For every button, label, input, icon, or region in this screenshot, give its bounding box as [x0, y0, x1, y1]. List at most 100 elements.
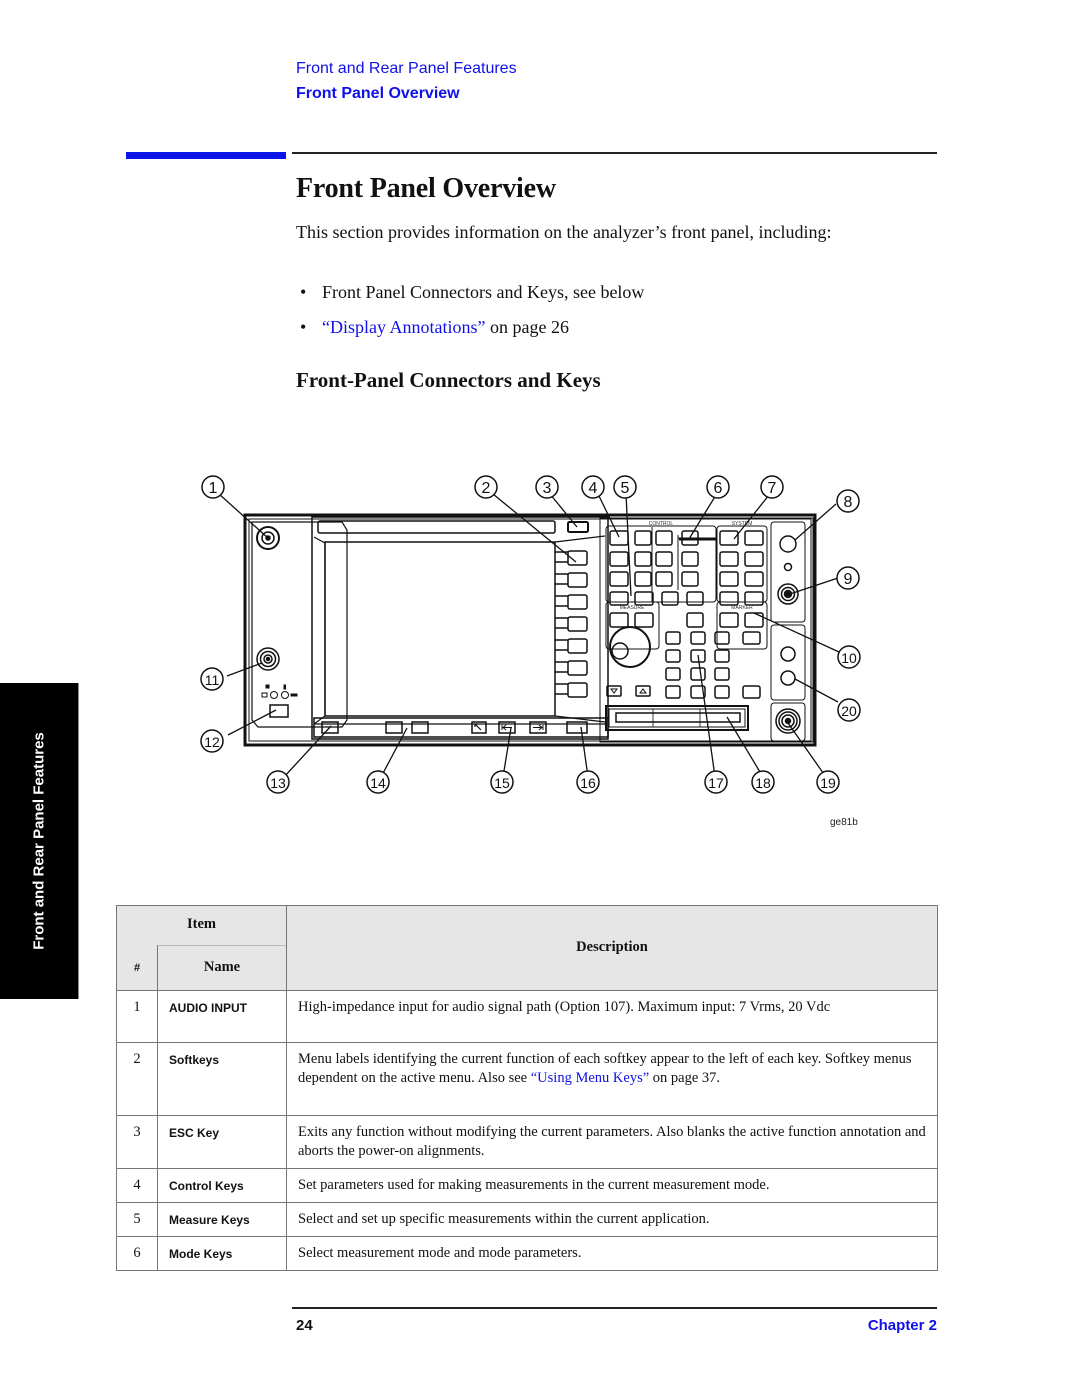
callout-9: 9 [836, 566, 860, 590]
svg-text:2: 2 [482, 480, 491, 497]
system-label: SYSTEM [732, 521, 753, 527]
row-name: Measure Keys [157, 1201, 287, 1237]
svg-text:17: 17 [708, 775, 724, 791]
bottom-key-bar [313, 717, 609, 738]
row-num: 3 [116, 1114, 158, 1169]
row-desc: Menu labels identifying the current func… [286, 1041, 938, 1116]
footer-rule [292, 1307, 937, 1309]
row-name: ESC Key [157, 1114, 287, 1169]
page-number: 24 [296, 1317, 313, 1334]
callout-4: 4 [581, 475, 605, 499]
svg-text:16: 16 [580, 775, 596, 791]
callout-10: 10 [837, 645, 861, 669]
callout-12: 12 [200, 729, 224, 753]
svg-text:4: 4 [589, 480, 598, 497]
system-key-group [716, 525, 768, 603]
chassis-outline [243, 513, 817, 747]
header-description: Description [286, 905, 938, 991]
callout-2: 2 [474, 475, 498, 499]
row-desc: Select measurement mode and mode paramet… [286, 1235, 938, 1271]
screen-area [324, 541, 556, 717]
table-row: 3 ESC Key Exits any function without mod… [116, 1114, 938, 1169]
power-switch [261, 684, 298, 718]
callout-14: 14 [366, 770, 390, 794]
svg-text:10: 10 [841, 650, 857, 666]
header-item: Item [116, 905, 287, 946]
svg-text:20: 20 [841, 703, 857, 719]
items-table: Item Description # Name 1 AUDIO INPUT Hi… [116, 905, 938, 1271]
breadcrumb-chapter[interactable]: Front and Rear Panel Features [296, 60, 517, 78]
svg-text:9: 9 [844, 571, 853, 588]
svg-text:1: 1 [209, 480, 218, 497]
using-menu-keys-link[interactable]: “Using Menu Keys” [531, 1070, 649, 1086]
title-bar-slot [317, 520, 556, 534]
chapter-side-tab[interactable]: Front and Rear Panel Features [0, 683, 79, 999]
row-desc: Exits any function without modifying the… [286, 1114, 938, 1169]
callout-6: 6 [706, 475, 730, 499]
figure-id: ge81b [830, 817, 858, 828]
svg-text:7: 7 [768, 480, 777, 497]
callout-3: 3 [535, 475, 559, 499]
arrow-keys [606, 685, 651, 697]
svg-text:5: 5 [621, 480, 630, 497]
table-row: 4 Control Keys Set parameters used for m… [116, 1167, 938, 1203]
svg-text:8: 8 [844, 494, 853, 511]
section-marker-bar [126, 152, 286, 159]
floppy-drive [605, 705, 749, 731]
row-num: 6 [116, 1235, 158, 1271]
rpg-knob [609, 626, 651, 668]
ext-trigger-connector [777, 583, 799, 605]
softkeys [555, 550, 588, 698]
esc-key [567, 521, 589, 533]
mode-keys [661, 591, 704, 628]
svg-text:6: 6 [714, 480, 723, 497]
row-name: Mode Keys [157, 1235, 287, 1271]
screen [313, 536, 326, 725]
svg-text:3: 3 [543, 480, 552, 497]
table-row: 2 Softkeys Menu labels identifying the c… [116, 1041, 938, 1116]
header-rule [292, 152, 937, 154]
svg-text:15: 15 [494, 775, 510, 791]
callout-8: 8 [836, 489, 860, 513]
row-num: 2 [116, 1041, 158, 1116]
breadcrumb-section[interactable]: Front Panel Overview [296, 85, 460, 103]
row-name: Control Keys [157, 1167, 287, 1203]
row-desc: Select and set up specific measurements … [286, 1201, 938, 1237]
front-panel-diagram: CONTROL SYSTEM MEASURE MARKER 1 2 3 4 5 … [200, 475, 861, 794]
table-row: 5 Measure Keys Select and set up specifi… [116, 1201, 938, 1237]
row-name: AUDIO INPUT [157, 989, 287, 1043]
bullet-item: • “Display Annotations” on page 26 [300, 317, 569, 338]
display-annotations-link[interactable]: “Display Annotations” [322, 317, 485, 337]
probe-panel [770, 521, 806, 623]
callout-5: 5 [613, 475, 637, 499]
page-title: Front Panel Overview [296, 173, 556, 204]
marker-label: MARKER [731, 605, 753, 611]
measure-label: MEASURE [620, 605, 645, 611]
bullet-item: • Front Panel Connectors and Keys, see be… [300, 282, 644, 303]
table-row: 6 Mode Keys Select measurement mode and … [116, 1235, 938, 1271]
aux-port-2 [780, 670, 796, 686]
callout-7: 7 [760, 475, 784, 499]
aux-panel [770, 624, 806, 701]
headphone-connector [256, 647, 280, 671]
probe-power-port [779, 535, 797, 553]
bullet-icon: • [300, 282, 307, 302]
row-num: 1 [116, 989, 158, 1043]
svg-text:14: 14 [370, 775, 386, 791]
row-name: Softkeys [157, 1041, 287, 1116]
row-desc: High-impedance input for audio signal pa… [286, 989, 938, 1043]
callout-13: 13 [266, 770, 290, 794]
row-desc-suffix: on page 37. [649, 1069, 721, 1086]
left-panel [251, 521, 348, 728]
table-row: 1 AUDIO INPUT High-impedance input for a… [116, 989, 938, 1043]
bullet-text: Front Panel Connectors and Keys, see bel… [322, 282, 645, 302]
chapter-link[interactable]: Chapter 2 [868, 1317, 937, 1334]
svg-text:11: 11 [205, 672, 220, 688]
svg-text:18: 18 [755, 775, 771, 791]
callout-17: 17 [704, 770, 728, 794]
callout-16: 16 [576, 770, 600, 794]
row-num: 5 [116, 1201, 158, 1237]
bullet-icon: • [300, 317, 307, 337]
bullet-suffix: on page 26 [485, 317, 569, 337]
rf-input-connector [775, 708, 801, 734]
